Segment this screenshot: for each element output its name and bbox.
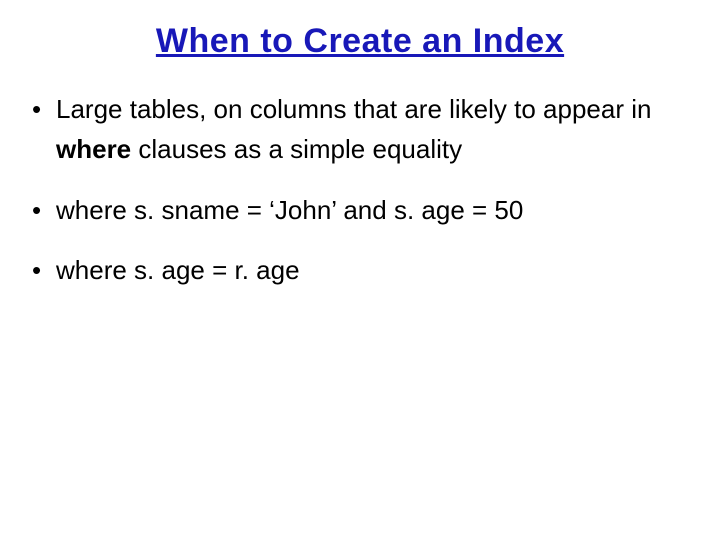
bullet-text-pre: Large tables, on columns that are likely… <box>56 94 651 124</box>
bullet-keyword: where <box>56 134 131 164</box>
bullet-text-post: clauses as a simple equality <box>131 134 462 164</box>
bullet-text-pre: where s. age = r. age <box>56 255 300 285</box>
slide-title: When to Create an Index <box>28 22 692 61</box>
list-item: where s. age = r. age <box>28 250 692 290</box>
bullet-text-pre: where s. sname = ‘John’ and s. age = 50 <box>56 195 523 225</box>
list-item: where s. sname = ‘John’ and s. age = 50 <box>28 190 692 230</box>
bullet-list: Large tables, on columns that are likely… <box>28 89 692 290</box>
slide: When to Create an Index Large tables, on… <box>0 0 720 540</box>
list-item: Large tables, on columns that are likely… <box>28 89 692 170</box>
